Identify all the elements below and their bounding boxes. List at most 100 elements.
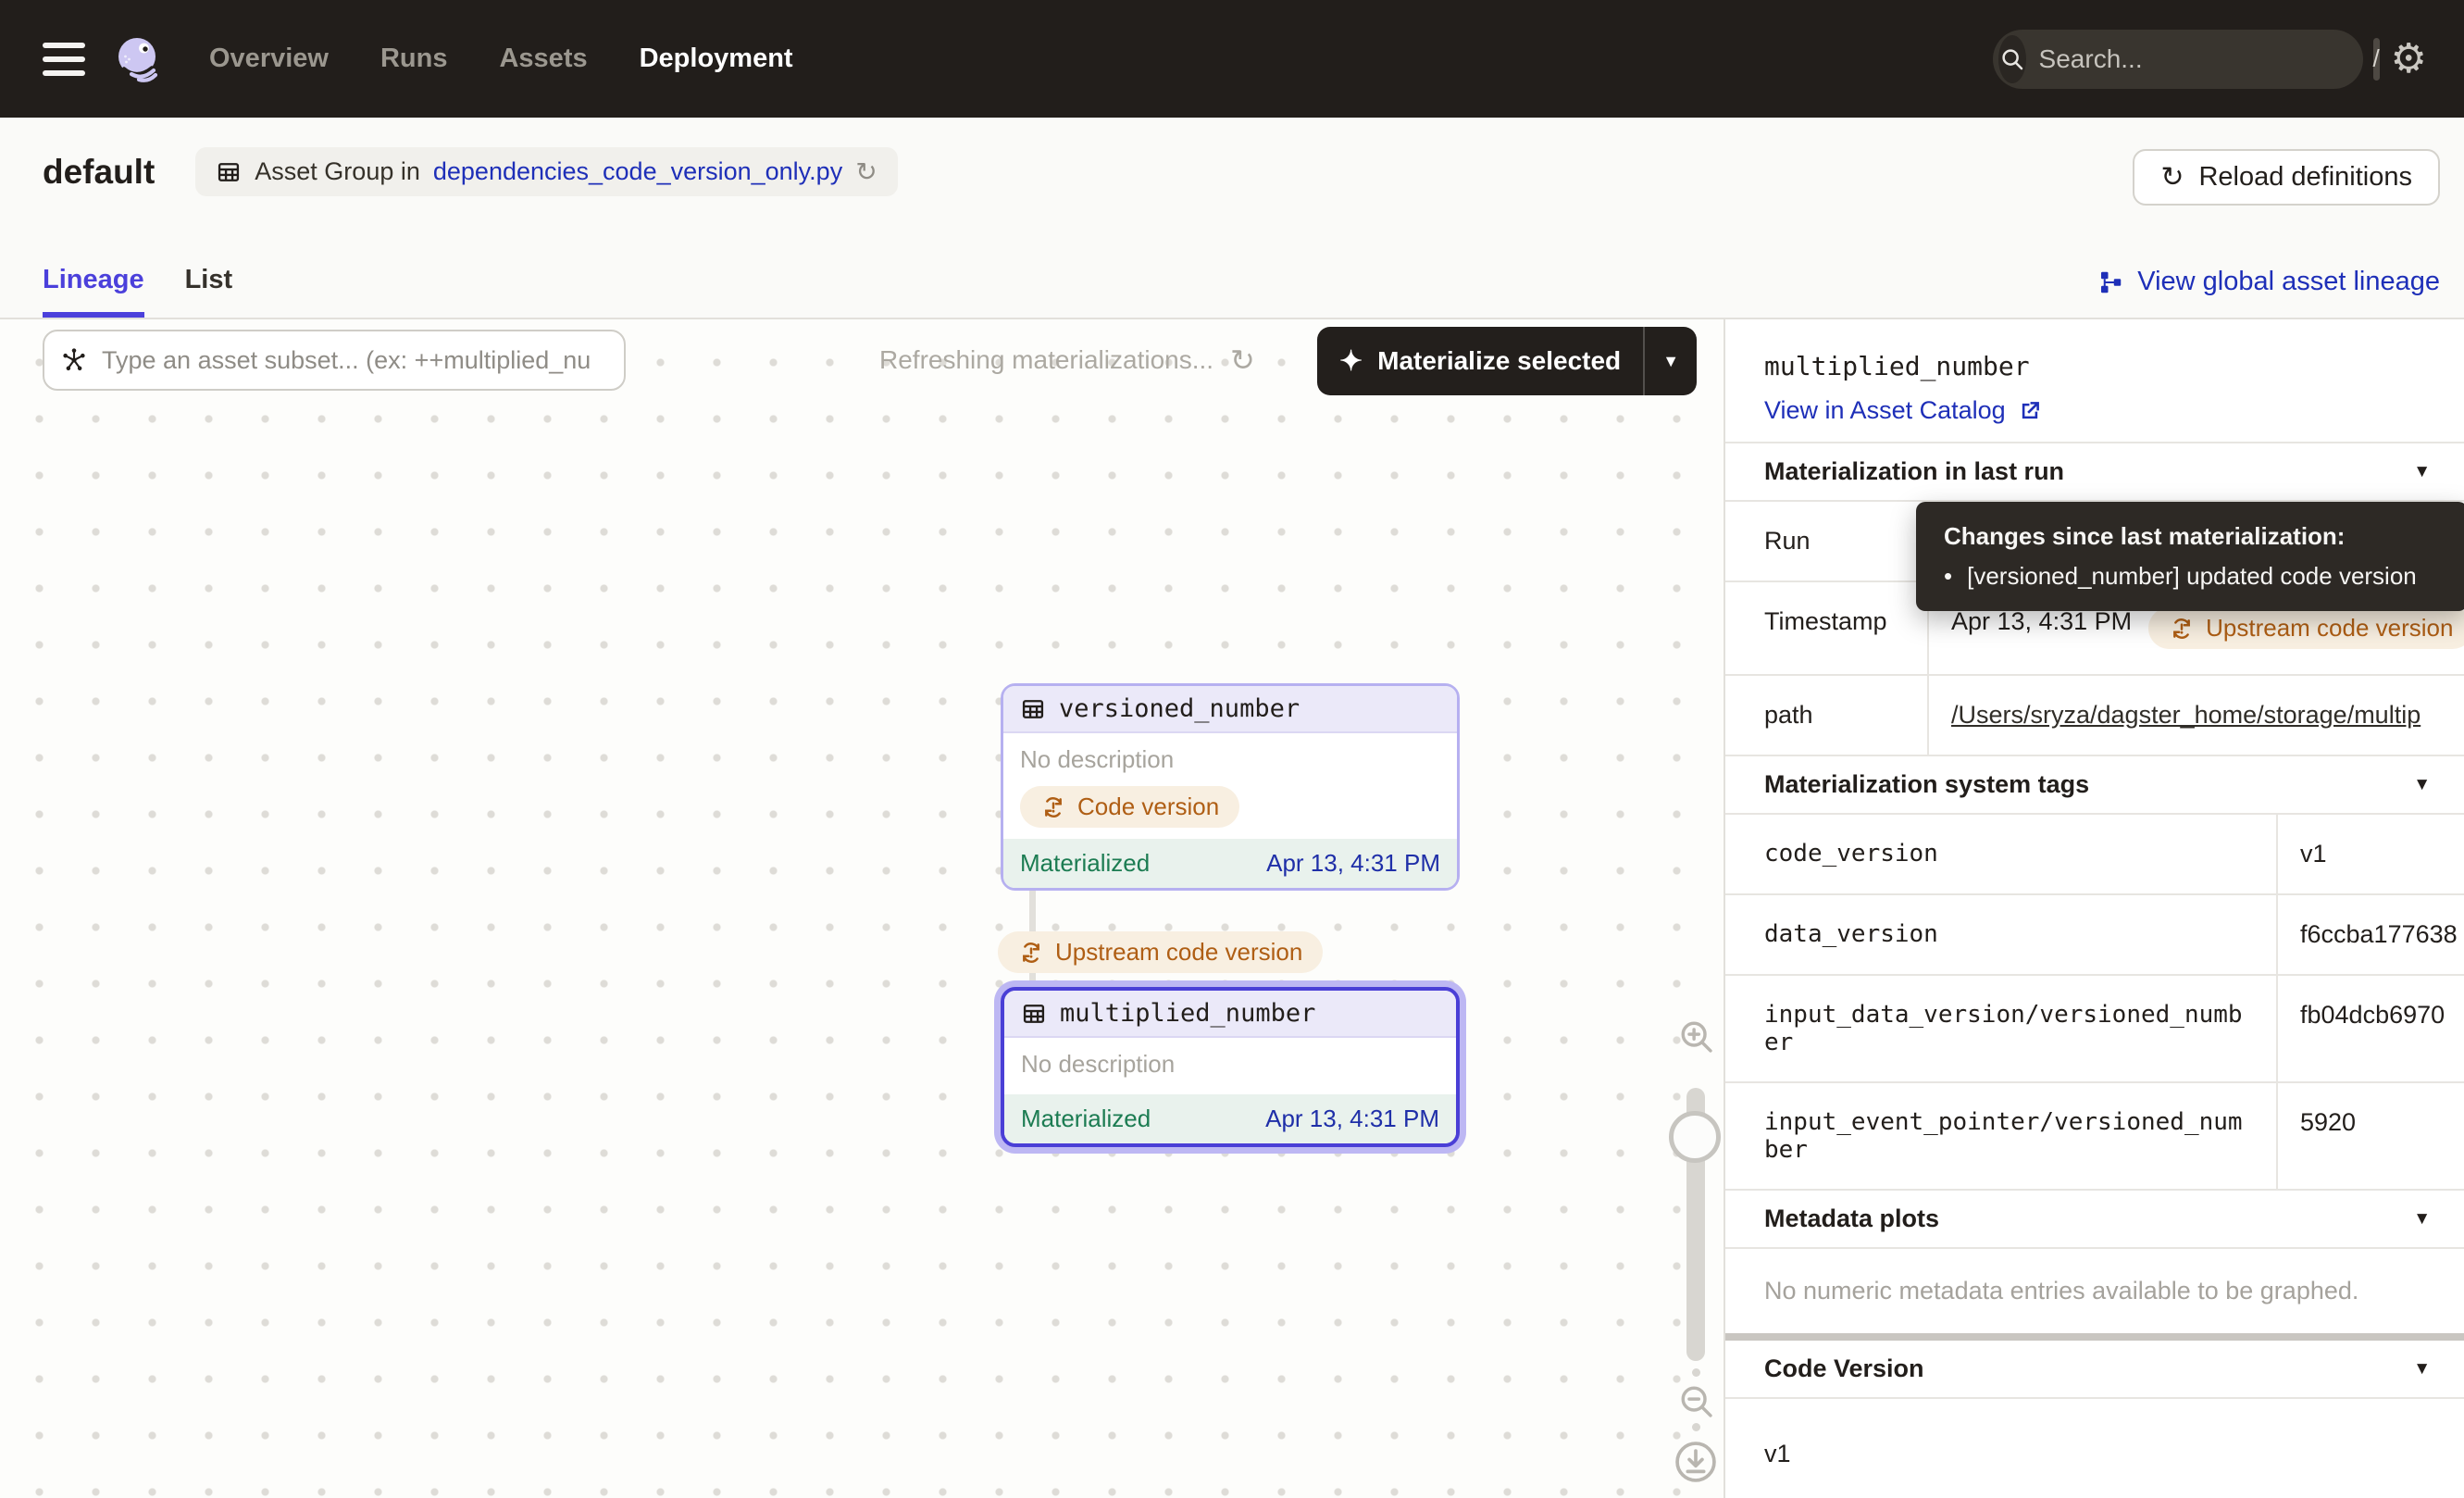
nav-deployment[interactable]: Deployment bbox=[640, 44, 793, 74]
sidebar-asset-title: multiplied_number bbox=[1764, 351, 2425, 381]
slider-dot bbox=[1692, 1423, 1700, 1431]
page-title: default bbox=[43, 153, 155, 192]
asset-detail-sidebar: multiplied_number View in Asset Catalog … bbox=[1724, 319, 2464, 1498]
asset-node-name: multiplied_number bbox=[1060, 999, 1315, 1028]
view-in-asset-catalog-label: View in Asset Catalog bbox=[1764, 396, 2006, 425]
view-in-asset-catalog-link[interactable]: View in Asset Catalog bbox=[1764, 396, 2043, 425]
table-row-code-version: code_version v1 bbox=[1725, 813, 2464, 893]
materialized-status: Materialized bbox=[1020, 849, 1150, 878]
materialized-timestamp-link[interactable]: Apr 13, 4:31 PM bbox=[1266, 849, 1440, 878]
asset-node-description: No description bbox=[1021, 1045, 1439, 1083]
materialize-dropdown-caret[interactable]: ▼ bbox=[1645, 352, 1697, 371]
tag-key: input_data_version/versioned_number bbox=[1725, 976, 2276, 1081]
reload-code-location-icon[interactable]: ↻ bbox=[855, 156, 877, 187]
table-row-input-data-version: input_data_version/versioned_number fb04… bbox=[1725, 974, 2464, 1081]
sparkle-icon: ✦ bbox=[1339, 345, 1363, 378]
code-version-tag: Code version bbox=[1020, 786, 1239, 828]
changes-tooltip: Changes since last materialization: • [v… bbox=[1916, 502, 2464, 611]
lineage-graph-canvas[interactable]: Refreshing materializations... ↻ ✦ Mater… bbox=[0, 319, 1724, 1498]
section-materialization-in-last-run[interactable]: Materialization in last run ▼ bbox=[1725, 442, 2464, 500]
refresh-materializations-icon[interactable]: ↻ bbox=[1230, 343, 1255, 378]
section-header-label: Materialization in last run bbox=[1764, 457, 2064, 486]
download-image-icon[interactable] bbox=[1672, 1438, 1720, 1486]
zoom-out-icon[interactable] bbox=[1675, 1380, 1718, 1423]
asset-table-icon bbox=[1020, 696, 1046, 722]
view-global-asset-lineage-link[interactable]: View global asset lineage bbox=[2097, 267, 2440, 297]
lineage-graph-icon bbox=[2097, 268, 2124, 296]
changed-version-icon bbox=[2169, 616, 2195, 642]
reload-definitions-button[interactable]: ↻ Reload definitions bbox=[2133, 149, 2440, 206]
row-label: path bbox=[1725, 676, 1927, 755]
asset-node-name: versioned_number bbox=[1059, 694, 1300, 723]
chevron-down-icon[interactable]: ▼ bbox=[2413, 462, 2431, 482]
table-row-path: path /Users/sryza/dagster_home/storage/m… bbox=[1725, 674, 2464, 755]
section-materialization-system-tags[interactable]: Materialization system tags ▼ bbox=[1725, 755, 2464, 813]
primary-nav: Overview Runs Assets Deployment bbox=[209, 44, 793, 74]
top-nav: Overview Runs Assets Deployment / ⚙ bbox=[0, 0, 2464, 118]
asset-node-versioned-number[interactable]: versioned_number No description Code ver… bbox=[1001, 683, 1460, 891]
asset-subset-filter[interactable] bbox=[43, 330, 626, 391]
materialize-selected-button[interactable]: ✦ Materialize selected ▼ bbox=[1317, 327, 1697, 395]
asset-node-multiplied-number[interactable]: multiplied_number No description Materia… bbox=[1001, 987, 1460, 1147]
tag-key: data_version bbox=[1725, 895, 2276, 974]
edge-tag-label: Upstream code version bbox=[1055, 938, 1302, 967]
nav-runs[interactable]: Runs bbox=[380, 44, 448, 74]
external-link-icon bbox=[2017, 398, 2043, 424]
asset-subset-input[interactable] bbox=[102, 346, 609, 375]
nav-assets[interactable]: Assets bbox=[499, 44, 587, 74]
metadata-plots-empty-text: No numeric metadata entries available to… bbox=[1725, 1247, 2464, 1333]
code-version-value: v1 bbox=[1725, 1397, 2464, 1498]
slider-dot bbox=[1692, 1368, 1700, 1377]
tag-key: code_version bbox=[1725, 815, 2276, 893]
section-header-label: Materialization system tags bbox=[1764, 770, 2089, 799]
asset-table-icon bbox=[1021, 1001, 1047, 1027]
row-label: Timestamp bbox=[1725, 582, 1927, 674]
changed-version-icon bbox=[1018, 940, 1044, 966]
op-selector-icon bbox=[59, 345, 89, 375]
materialized-status: Materialized bbox=[1021, 1105, 1151, 1133]
table-row-input-event-pointer: input_event_pointer/versioned_number 592… bbox=[1725, 1081, 2464, 1189]
tab-list[interactable]: List bbox=[185, 265, 233, 318]
section-code-version[interactable]: Code Version ▼ bbox=[1725, 1341, 2464, 1397]
search-input[interactable] bbox=[2039, 44, 2373, 74]
materialize-selected-label: Materialize selected bbox=[1377, 346, 1621, 376]
chevron-down-icon[interactable]: ▼ bbox=[2413, 775, 2431, 795]
zoom-in-icon[interactable] bbox=[1675, 1016, 1718, 1058]
section-metadata-plots[interactable]: Metadata plots ▼ bbox=[1725, 1189, 2464, 1247]
tag-value: f6ccba177638 bbox=[2276, 895, 2464, 974]
tooltip-title: Changes since last materialization: bbox=[1944, 522, 2440, 551]
materialized-timestamp-link[interactable]: Apr 13, 4:31 PM bbox=[1265, 1105, 1439, 1133]
row-label: Run bbox=[1725, 502, 1927, 580]
view-global-asset-lineage-label: View global asset lineage bbox=[2137, 267, 2440, 297]
global-search[interactable]: / bbox=[1993, 30, 2363, 89]
view-tabs: Lineage List bbox=[43, 265, 232, 318]
asset-group-grid-icon bbox=[216, 159, 242, 185]
refresh-icon: ↻ bbox=[2160, 164, 2184, 192]
refreshing-status: Refreshing materializations... ↻ bbox=[879, 330, 1255, 391]
upstream-code-version-tag-label: Upstream code version bbox=[2206, 614, 2453, 643]
refreshing-label: Refreshing materializations... bbox=[879, 345, 1213, 375]
zoom-slider-handle[interactable] bbox=[1669, 1111, 1721, 1163]
chevron-down-icon[interactable]: ▼ bbox=[2413, 1359, 2431, 1379]
asset-group-prefix: Asset Group in bbox=[255, 157, 420, 186]
tag-value: 5920 bbox=[2276, 1083, 2464, 1189]
path-link[interactable]: /Users/sryza/dagster_home/storage/multip bbox=[1951, 701, 2420, 730]
section-header-label: Metadata plots bbox=[1764, 1205, 1939, 1233]
upstream-code-version-tag: Upstream code version bbox=[2148, 607, 2464, 649]
gear-icon[interactable]: ⚙ bbox=[2391, 39, 2427, 80]
section-divider bbox=[1725, 1333, 2464, 1341]
chevron-down-icon[interactable]: ▼ bbox=[2413, 1209, 2431, 1230]
table-row-data-version: data_version f6ccba177638 bbox=[1725, 893, 2464, 974]
dagster-logo-icon[interactable] bbox=[113, 33, 165, 85]
asset-node-description: No description bbox=[1020, 741, 1440, 779]
tab-lineage[interactable]: Lineage bbox=[43, 265, 144, 318]
asset-group-file-link[interactable]: dependencies_code_version_only.py bbox=[433, 157, 842, 186]
timestamp-value[interactable]: Apr 13, 4:31 PM bbox=[1951, 607, 2132, 636]
tag-key: input_event_pointer/versioned_number bbox=[1725, 1083, 2276, 1189]
hamburger-menu-icon[interactable] bbox=[43, 43, 85, 76]
changed-version-icon bbox=[1040, 794, 1066, 820]
code-version-tag-label: Code version bbox=[1077, 793, 1219, 821]
tag-value: v1 bbox=[2276, 815, 2464, 893]
nav-overview[interactable]: Overview bbox=[209, 44, 329, 74]
asset-group-pill: Asset Group in dependencies_code_version… bbox=[195, 147, 897, 196]
